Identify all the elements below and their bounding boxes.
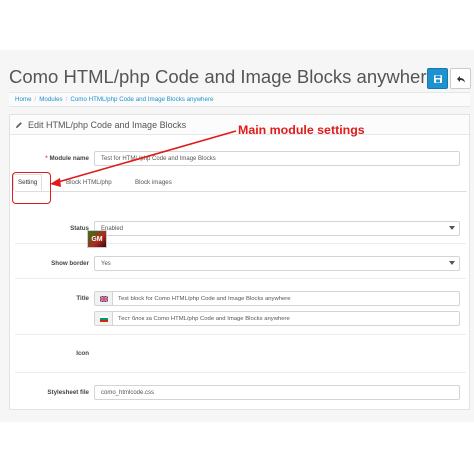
pencil-icon bbox=[16, 121, 22, 128]
breadcrumb-modules[interactable]: Modules bbox=[39, 96, 62, 103]
back-button[interactable] bbox=[450, 68, 471, 89]
tab-block-images[interactable]: Block images bbox=[131, 174, 176, 191]
row-divider bbox=[15, 372, 466, 373]
panel-heading-text: Edit HTML/php Code and Image Blocks bbox=[28, 119, 187, 130]
title-label: Title bbox=[76, 295, 89, 302]
row-divider bbox=[15, 278, 466, 279]
annotation-text: Main module settings bbox=[238, 123, 365, 137]
status-label: Status bbox=[70, 225, 89, 232]
status-select[interactable]: Enabled bbox=[94, 221, 460, 236]
title-input-en[interactable]: Test block for Como HTML/php Code and Im… bbox=[94, 291, 460, 306]
title-value-en: Test block for Como HTML/php Code and Im… bbox=[118, 295, 291, 302]
stylesheet-input[interactable]: como_htmlcode.css bbox=[94, 385, 460, 400]
show-border-value: Yes bbox=[101, 260, 111, 267]
breadcrumb: Home / Modules / Como HTML/php Code and … bbox=[9, 92, 470, 107]
tabs-divider bbox=[15, 191, 467, 192]
save-button[interactable] bbox=[427, 68, 448, 89]
uk-flag-icon bbox=[95, 292, 113, 305]
stylesheet-label: Stylesheet file bbox=[47, 389, 89, 396]
breadcrumb-home[interactable]: Home bbox=[15, 96, 32, 103]
module-name-label-text: Module name bbox=[49, 155, 89, 162]
save-icon bbox=[433, 74, 442, 83]
chevron-down-icon bbox=[449, 226, 455, 230]
breadcrumb-current[interactable]: Como HTML/php Code and Image Blocks anyw… bbox=[70, 96, 213, 103]
annotation-highlight-box bbox=[12, 172, 51, 204]
row-divider bbox=[15, 243, 466, 244]
show-border-select[interactable]: Yes bbox=[94, 256, 460, 271]
row-divider bbox=[15, 334, 466, 335]
title-input-bg[interactable]: Тест блок за Como HTML/php Code and Imag… bbox=[94, 311, 460, 326]
show-border-label: Show border bbox=[51, 260, 89, 267]
tab-block-html-php[interactable]: Block HTML/php bbox=[62, 174, 116, 191]
required-mark: * bbox=[45, 155, 48, 162]
icon-thumbnail[interactable]: GM bbox=[87, 230, 107, 248]
module-name-input[interactable]: Test for HTML/php Code and Image Blocks bbox=[94, 151, 460, 166]
bg-flag-icon bbox=[95, 312, 113, 325]
chevron-down-icon bbox=[449, 261, 455, 265]
reply-icon bbox=[456, 75, 465, 82]
edit-panel: Edit HTML/php Code and Image Blocks * Mo… bbox=[9, 114, 470, 410]
icon-label: Icon bbox=[76, 350, 89, 357]
module-name-label: * Module name bbox=[10, 155, 89, 162]
page-title: Como HTML/php Code and Image Blocks anyw… bbox=[9, 66, 437, 87]
breadcrumb-separator: / bbox=[34, 96, 37, 103]
breadcrumb-separator: / bbox=[65, 96, 68, 103]
title-value-bg: Тест блок за Como HTML/php Code and Imag… bbox=[118, 315, 290, 322]
icon-thumbnail-text: GM bbox=[91, 235, 103, 243]
